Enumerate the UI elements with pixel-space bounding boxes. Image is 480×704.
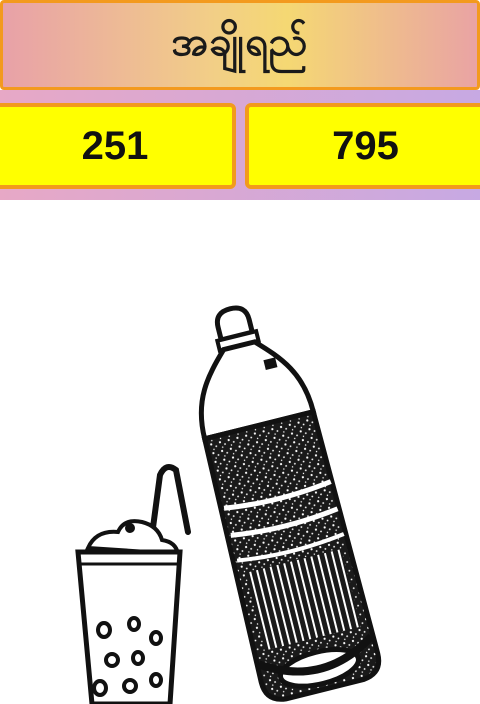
score-right-value: 795 — [332, 123, 399, 168]
score-box-right[interactable]: 795 — [245, 103, 480, 189]
page-title: အချိုရည် — [171, 18, 309, 65]
bottle-icon — [198, 305, 382, 702]
cup-with-straw-icon — [75, 463, 191, 704]
score-box-left[interactable]: 251 — [0, 103, 236, 189]
title-bar: အချိုရည် — [0, 0, 480, 90]
score-left-value: 251 — [81, 123, 149, 168]
game-screen: အချိုရည် 251 795 — [0, 0, 480, 704]
score-band: 251 795 — [0, 90, 480, 200]
drinks-illustration — [75, 305, 382, 704]
